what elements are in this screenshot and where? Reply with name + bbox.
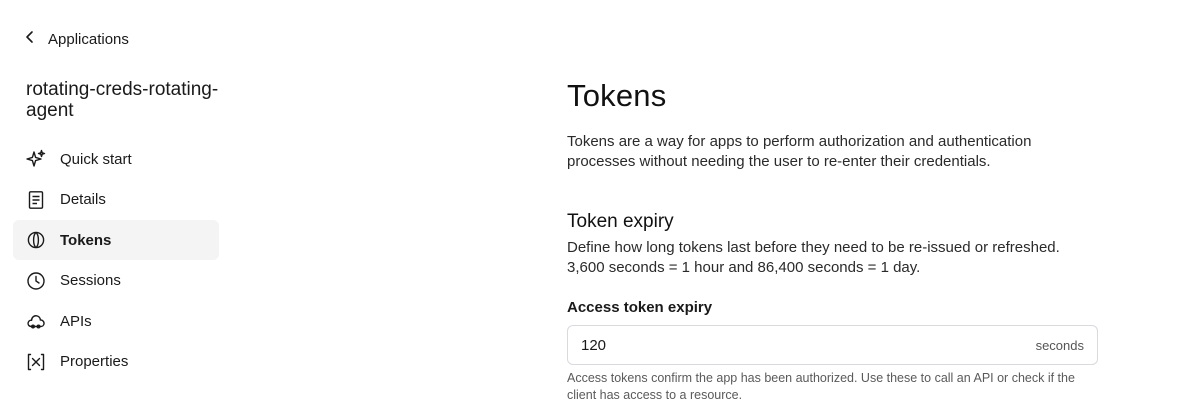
token-expiry-heading: Token expiry (567, 211, 674, 232)
sidebar-item-label: Properties (60, 353, 129, 371)
token-icon (26, 230, 46, 250)
sidebar-item-details[interactable]: Details (13, 180, 219, 220)
app-name: rotating-creds-rotating-agent (26, 79, 219, 121)
sidebar-item-apis[interactable]: APIs (13, 301, 219, 341)
sidebar-item-tokens[interactable]: Tokens (13, 220, 219, 261)
page-description: Tokens are a way for apps to perform aut… (567, 133, 1032, 170)
sidebar-nav: Quick start Details Tokens Sessions APIs… (13, 139, 219, 383)
back-to-applications-link[interactable]: Applications (22, 28, 129, 50)
sidebar-item-label: Tokens (60, 231, 112, 249)
back-link-label: Applications (48, 30, 129, 48)
sidebar-item-label: Sessions (60, 272, 121, 290)
tokens-settings-page: Applications rotating-creds-rotating-age… (0, 0, 1200, 416)
token-expiry-description: Define how long tokens last before they … (567, 239, 1060, 276)
sidebar-item-quick-start[interactable]: Quick start (13, 139, 219, 179)
access-token-help-text: Access tokens confirm the app has been a… (567, 371, 1075, 402)
sidebar-item-properties[interactable]: Properties (13, 342, 219, 382)
sidebar-item-label: Quick start (60, 150, 132, 168)
page-title: Tokens (567, 78, 667, 113)
variable-icon (26, 352, 46, 372)
seconds-unit-label: seconds (1035, 337, 1084, 353)
chevron-left-icon (22, 29, 38, 50)
document-icon (26, 190, 46, 210)
sparkles-icon (26, 149, 46, 169)
access-token-expiry-input[interactable] (581, 336, 1036, 354)
access-token-expiry-field: seconds (567, 325, 1098, 365)
sidebar-item-sessions[interactable]: Sessions (13, 261, 219, 301)
cloud-icon (26, 311, 46, 331)
sidebar-item-label: APIs (60, 312, 92, 330)
clock-icon (26, 271, 46, 291)
sidebar-item-label: Details (60, 191, 106, 209)
access-token-expiry-label: Access token expiry (567, 299, 713, 316)
